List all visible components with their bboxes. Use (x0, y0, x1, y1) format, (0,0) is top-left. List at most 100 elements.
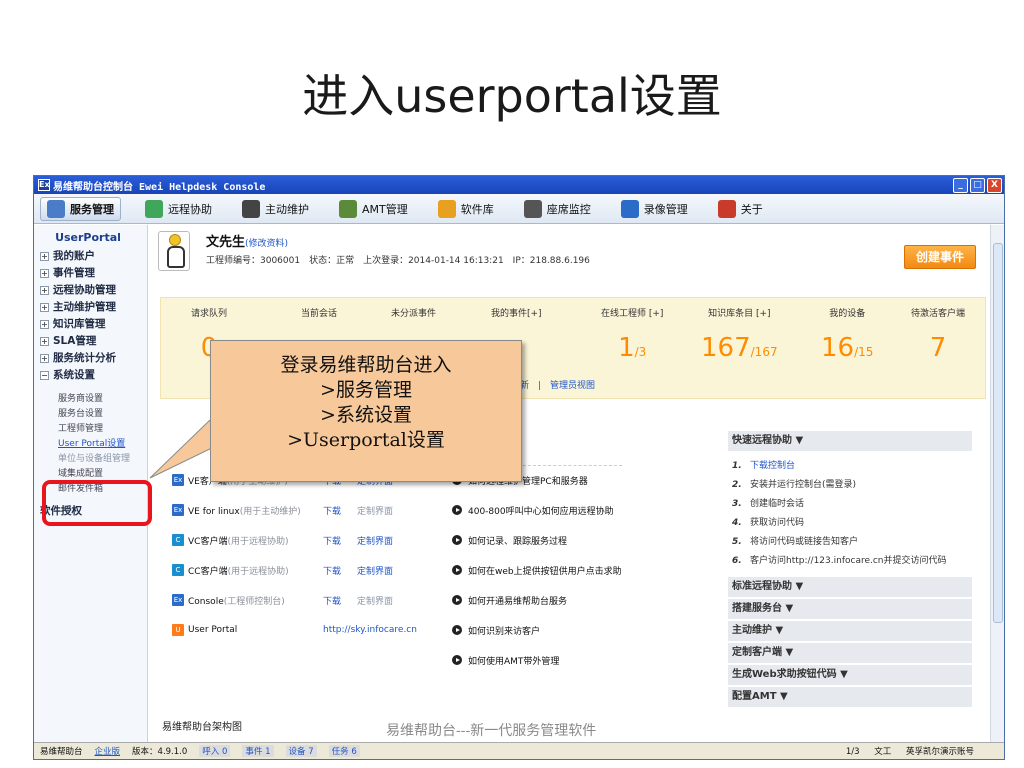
status-call[interactable]: 呼入 0 (199, 745, 231, 757)
panel-section-header[interactable]: 配置AMT ▼ (728, 687, 972, 707)
menu-item-3[interactable]: AMT管理 (333, 197, 414, 221)
panel-section-header[interactable]: 搭建服务台 ▼ (728, 599, 972, 619)
menu-item-2[interactable]: 主动维护 (236, 197, 315, 221)
client-icon: Ex (172, 504, 184, 516)
sidebar-item[interactable]: + SLA管理 (40, 333, 147, 350)
quick-assist-header[interactable]: 快速远程协助 ▼ (728, 431, 972, 451)
panel-section-header[interactable]: 标准远程协助 ▼ (728, 577, 972, 597)
customize-link[interactable]: 定制界面 (357, 534, 393, 547)
maximize-button[interactable]: □ (970, 177, 985, 193)
faq-item[interactable]: 如何使用AMT带外管理 (452, 645, 722, 675)
client-icon: C (172, 564, 184, 576)
step-text[interactable]: 下载控制台 (750, 461, 795, 471)
menu-item-6[interactable]: 录像管理 (615, 197, 694, 221)
step-number: 5. (732, 537, 742, 547)
expand-icon[interactable]: + (40, 285, 49, 295)
edit-profile-link[interactable]: (修改资料) (245, 239, 288, 249)
menu-item-1[interactable]: 远程协助 (139, 197, 218, 221)
window-title: 易维帮助台控制台 Ewei Helpdesk Console (53, 181, 266, 193)
client-note: (用于远程协助) (227, 536, 289, 547)
customize-link[interactable]: 定制界面 (357, 504, 393, 517)
quick-step: 2. 安装并运行控制台(需登录) (732, 476, 972, 495)
status-edition[interactable]: 企业版 (95, 745, 121, 757)
sidebar-item[interactable]: + 远程协助管理 (40, 282, 147, 299)
download-link[interactable]: http://sky.infocare.cn (323, 625, 417, 635)
sidebar-item[interactable]: + 知识库管理 (40, 316, 147, 333)
watermark: 易维帮助台---新一代服务管理软件 (386, 723, 597, 739)
sidebar-subitem[interactable]: User Portal设置 (40, 437, 147, 452)
expand-icon[interactable]: − (40, 370, 49, 380)
sidebar-subitem[interactable]: 服务商设置 (40, 392, 147, 407)
stats-links[interactable]: 刷新 | 管理员视图 (511, 378, 595, 391)
sidebar-item[interactable]: + 主动维护管理 (40, 299, 147, 316)
expand-icon[interactable]: + (40, 353, 49, 363)
stat-5[interactable]: 知识库条目 [+] 167/167 (701, 306, 778, 363)
stat-2[interactable]: 未分派事件 (391, 306, 436, 333)
status-user: 文工 (874, 747, 892, 757)
menu-label: 主动维护 (265, 202, 309, 216)
sidebar-item[interactable]: + 服务统计分析 (40, 350, 147, 367)
expand-icon[interactable]: + (40, 336, 49, 346)
menu-icon (242, 199, 260, 218)
status-tasks[interactable]: 任务 6 (328, 745, 360, 757)
sidebar-item-label: 知识库管理 (53, 318, 106, 330)
sidebar-subitem[interactable]: 工程师管理 (40, 422, 147, 437)
faq-item[interactable]: 如何识别来访客户 (452, 615, 722, 645)
title-bar[interactable]: Ex 易维帮助台控制台 Ewei Helpdesk Console _ □ X (34, 176, 1004, 194)
expand-icon[interactable]: + (40, 251, 49, 261)
stat-value: 7 (911, 333, 965, 363)
sidebar-item[interactable]: + 我的账户 (40, 248, 147, 265)
sidebar-subitem[interactable]: 单位与设备组管理 (40, 452, 147, 467)
faq-text: 如何开通易维帮助台服务 (468, 596, 568, 607)
scrollbar-thumb[interactable] (993, 243, 1003, 623)
status-devices[interactable]: 设备 7 (285, 745, 317, 757)
panel-section-header[interactable]: 定制客户端 ▼ (728, 643, 972, 663)
faq-text: 如何记录、跟踪服务过程 (468, 536, 568, 547)
scrollbar[interactable] (990, 225, 1004, 744)
client-name: VC客户端(用于远程协助) (188, 534, 323, 547)
download-link[interactable]: 下载 (323, 564, 341, 577)
menu-item-0[interactable]: 服务管理 (40, 196, 121, 221)
close-button[interactable]: X (987, 177, 1002, 193)
profile-info: 工程师编号：3006001 状态：正常 上次登录：2014-01-14 16:1… (206, 256, 590, 266)
status-events[interactable]: 事件 1 (242, 745, 274, 757)
stat-label: 请求队列 (191, 309, 228, 319)
faq-item[interactable]: 如何在web上提供按钮供用户点击求助 (452, 555, 722, 585)
download-link[interactable]: 下载 (323, 534, 341, 547)
stat-7[interactable]: 待激活客户端 7 (911, 306, 965, 363)
download-link[interactable]: 下载 (323, 594, 341, 607)
download-link[interactable]: 下载 (323, 504, 341, 517)
quick-step: 3. 创建临时会话 (732, 495, 972, 514)
stat-1[interactable]: 当前会话 (301, 306, 337, 333)
create-event-button[interactable]: 创建事件 (904, 245, 976, 269)
customize-link[interactable]: 定制界面 (357, 564, 393, 577)
client-name-text: CC客户端 (188, 566, 228, 577)
faq-item[interactable]: 400-800呼叫中心如何应用远程协助 (452, 495, 722, 525)
stat-4[interactable]: 在线工程师 [+] 1/3 (601, 306, 663, 363)
faq-item[interactable]: 如何开通易维帮助台服务 (452, 585, 722, 615)
panel-section-header[interactable]: 主动维护 ▼ (728, 621, 972, 641)
stat-number: 167 (701, 333, 751, 363)
sidebar-item[interactable]: − 系统设置 (40, 367, 147, 384)
main-menu: 服务管理 远程协助 主动维护 AMT管理 软件库 座席监控 录像管理 关于 (34, 194, 1004, 224)
expand-icon[interactable]: + (40, 302, 49, 312)
menu-item-5[interactable]: 座席监控 (518, 197, 597, 221)
sidebar-item[interactable]: + 事件管理 (40, 265, 147, 282)
download-row: Ex Console(工程师控制台) 下载 定制界面 (172, 585, 452, 615)
sidebar-subitem[interactable]: 服务台设置 (40, 407, 147, 422)
customize-link[interactable]: 定制界面 (357, 594, 393, 607)
expand-icon[interactable]: + (40, 268, 49, 278)
expand-icon[interactable]: + (40, 319, 49, 329)
minimize-button[interactable]: _ (953, 177, 968, 193)
status-account: 英孚凯尔演示账号 (905, 747, 974, 757)
sidebar-header[interactable]: UserPortal (40, 231, 136, 244)
stat-6[interactable]: 我的设备 16/15 (821, 306, 873, 363)
quick-step[interactable]: 1. 下载控制台 (732, 457, 972, 476)
panel-section-header[interactable]: 生成Web求助按钮代码 ▼ (728, 665, 972, 685)
menu-item-4[interactable]: 软件库 (432, 197, 500, 221)
faq-item[interactable]: 如何记录、跟踪服务过程 (452, 525, 722, 555)
client-name-text: User Portal (188, 625, 238, 635)
highlight-box (42, 480, 152, 526)
step-number: 1. (732, 461, 742, 471)
menu-item-7[interactable]: 关于 (712, 197, 769, 221)
